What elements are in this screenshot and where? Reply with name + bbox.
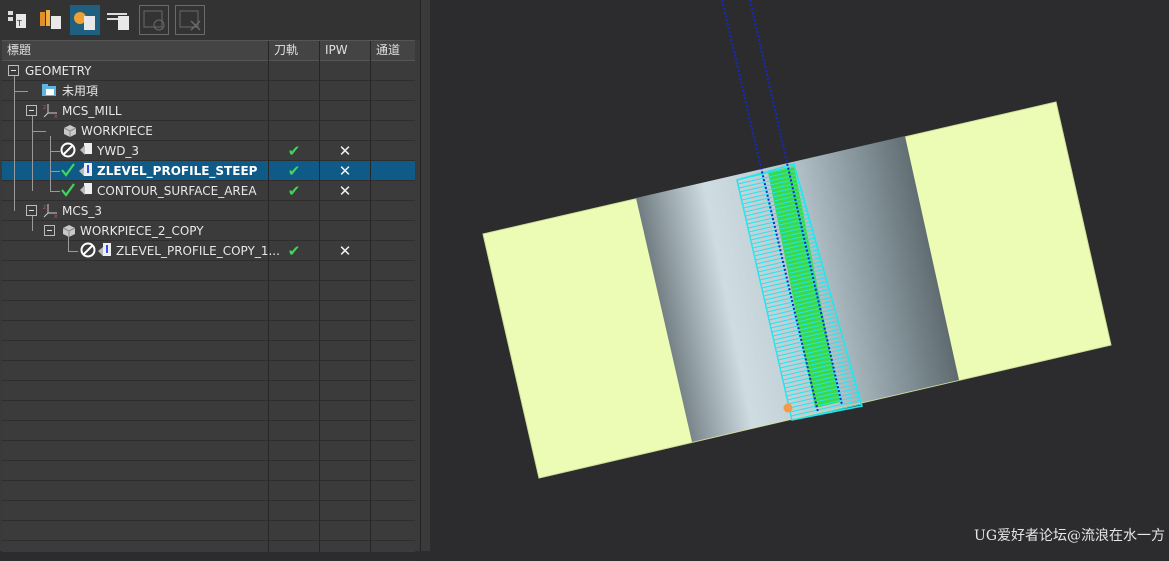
operation-navigator-panel: T 標題 刀軌 IPW 通道 ✔ ✕ ✔ ✕ ✔ ✕ ✔ ✕ GEOMETRY … bbox=[0, 0, 420, 561]
table-row[interactable] bbox=[2, 261, 415, 281]
table-row[interactable] bbox=[2, 461, 415, 481]
tree-connector bbox=[32, 131, 46, 132]
grid-header: 標題 刀軌 IPW 通道 bbox=[2, 41, 415, 61]
table-row[interactable] bbox=[2, 381, 415, 401]
row-label: WORKPIECE bbox=[81, 124, 153, 138]
row-label: YWD_3 bbox=[97, 144, 140, 158]
table-row[interactable] bbox=[2, 321, 415, 341]
row-label: ZLEVEL_PROFILE_COPY_1... bbox=[116, 244, 280, 258]
workpiece-icon bbox=[62, 225, 76, 237]
collapse-minus-icon[interactable] bbox=[26, 205, 38, 217]
table-row[interactable] bbox=[2, 501, 415, 521]
zlevel-operation-icon bbox=[79, 163, 92, 176]
zlevel-operation-icon bbox=[98, 243, 111, 256]
table-row[interactable] bbox=[2, 541, 415, 561]
create-object-icon bbox=[143, 10, 165, 31]
collapse-minus-icon[interactable] bbox=[26, 105, 38, 117]
tree-connector bbox=[50, 191, 60, 192]
tree-connector bbox=[32, 216, 33, 231]
geometry-view-button[interactable] bbox=[70, 5, 100, 35]
create-object-button[interactable] bbox=[139, 5, 169, 35]
svg-text:x: x bbox=[54, 113, 58, 119]
part-view bbox=[482, 0, 1112, 479]
column-divider bbox=[268, 41, 269, 552]
machine-tool-view-icon bbox=[40, 10, 61, 29]
row-label: 未用項 bbox=[62, 84, 99, 98]
ipw-status-cell: ✕ bbox=[338, 242, 352, 260]
row-label: WORKPIECE_2_COPY bbox=[80, 224, 204, 238]
tree-connector bbox=[68, 236, 69, 251]
ipw-status-cell: ✕ bbox=[338, 142, 352, 160]
no-toolpath-icon bbox=[60, 142, 76, 158]
table-row[interactable] bbox=[2, 341, 415, 361]
row-label: MCS_3 bbox=[62, 204, 102, 218]
mcs-icon: zx bbox=[43, 204, 58, 219]
column-header-name[interactable]: 標題 bbox=[2, 41, 268, 60]
machining-method-view-icon bbox=[107, 13, 129, 30]
operation-tree-grid: 標題 刀軌 IPW 通道 ✔ ✕ ✔ ✕ ✔ ✕ ✔ ✕ GEOMETRY 未用… bbox=[2, 40, 415, 561]
tree-connector bbox=[32, 116, 33, 191]
no-toolpath-icon bbox=[80, 242, 96, 258]
toolpath-status-cell: ✔ bbox=[287, 142, 301, 160]
checkmark-icon bbox=[61, 163, 75, 177]
graphics-viewport[interactable]: UG爱好者论坛@流浪在水一方 bbox=[430, 0, 1169, 551]
table-row[interactable] bbox=[2, 521, 415, 541]
tree-connector bbox=[50, 171, 60, 172]
program-order-view-button[interactable]: T bbox=[3, 5, 33, 35]
geometry-view-icon bbox=[74, 12, 95, 30]
tree-connector bbox=[68, 251, 78, 252]
navigator-toolbar: T bbox=[0, 0, 420, 40]
tree-connector bbox=[14, 76, 15, 211]
row-label: GEOMETRY bbox=[25, 64, 92, 78]
machining-method-view-button[interactable] bbox=[104, 5, 134, 35]
collapse-minus-icon[interactable] bbox=[8, 65, 20, 77]
table-row[interactable] bbox=[2, 361, 415, 381]
ipw-status-cell: ✕ bbox=[338, 182, 352, 200]
collapse-minus-icon[interactable] bbox=[44, 225, 56, 237]
toolpath-status-cell: ✔ bbox=[287, 182, 301, 200]
machine-tool-view-button[interactable] bbox=[36, 5, 66, 35]
column-header-channel[interactable]: 通道 bbox=[371, 41, 415, 60]
watermark-text: UG爱好者论坛@流浪在水一方 bbox=[974, 528, 1165, 544]
svg-text:x: x bbox=[54, 213, 58, 219]
table-row[interactable] bbox=[2, 281, 415, 301]
table-row[interactable] bbox=[2, 481, 415, 501]
tree-connector bbox=[50, 151, 60, 152]
origin-point[interactable] bbox=[783, 403, 793, 413]
row-label: ZLEVEL_PROFILE_STEEP bbox=[97, 164, 258, 178]
column-divider bbox=[319, 41, 320, 552]
mcs-icon: zx bbox=[43, 104, 58, 119]
delete-object-icon bbox=[179, 10, 201, 31]
delete-object-button[interactable] bbox=[175, 5, 205, 35]
column-header-toolpath[interactable]: 刀軌 bbox=[269, 41, 319, 60]
svg-text:T: T bbox=[16, 19, 22, 28]
tree-connector bbox=[50, 136, 51, 191]
table-row[interactable] bbox=[2, 441, 415, 461]
table-row[interactable] bbox=[2, 421, 415, 441]
workpiece-icon bbox=[63, 125, 77, 137]
program-order-view-icon: T bbox=[8, 11, 26, 28]
table-row[interactable] bbox=[2, 301, 415, 321]
column-header-ipw[interactable]: IPW bbox=[320, 41, 370, 60]
operation-icon bbox=[80, 183, 92, 195]
checkmark-icon bbox=[61, 183, 75, 197]
operation-icon bbox=[80, 143, 92, 155]
row-label: CONTOUR_SURFACE_AREA bbox=[97, 184, 257, 198]
tree-connector bbox=[14, 91, 28, 92]
table-row[interactable] bbox=[2, 401, 415, 421]
svg-text:z: z bbox=[43, 104, 46, 111]
folder-icon bbox=[42, 84, 56, 96]
column-divider bbox=[370, 41, 371, 552]
row-label: MCS_MILL bbox=[62, 104, 122, 118]
toolpath-status-cell: ✔ bbox=[287, 162, 301, 180]
svg-text:z: z bbox=[43, 204, 46, 211]
ipw-status-cell: ✕ bbox=[338, 162, 352, 180]
